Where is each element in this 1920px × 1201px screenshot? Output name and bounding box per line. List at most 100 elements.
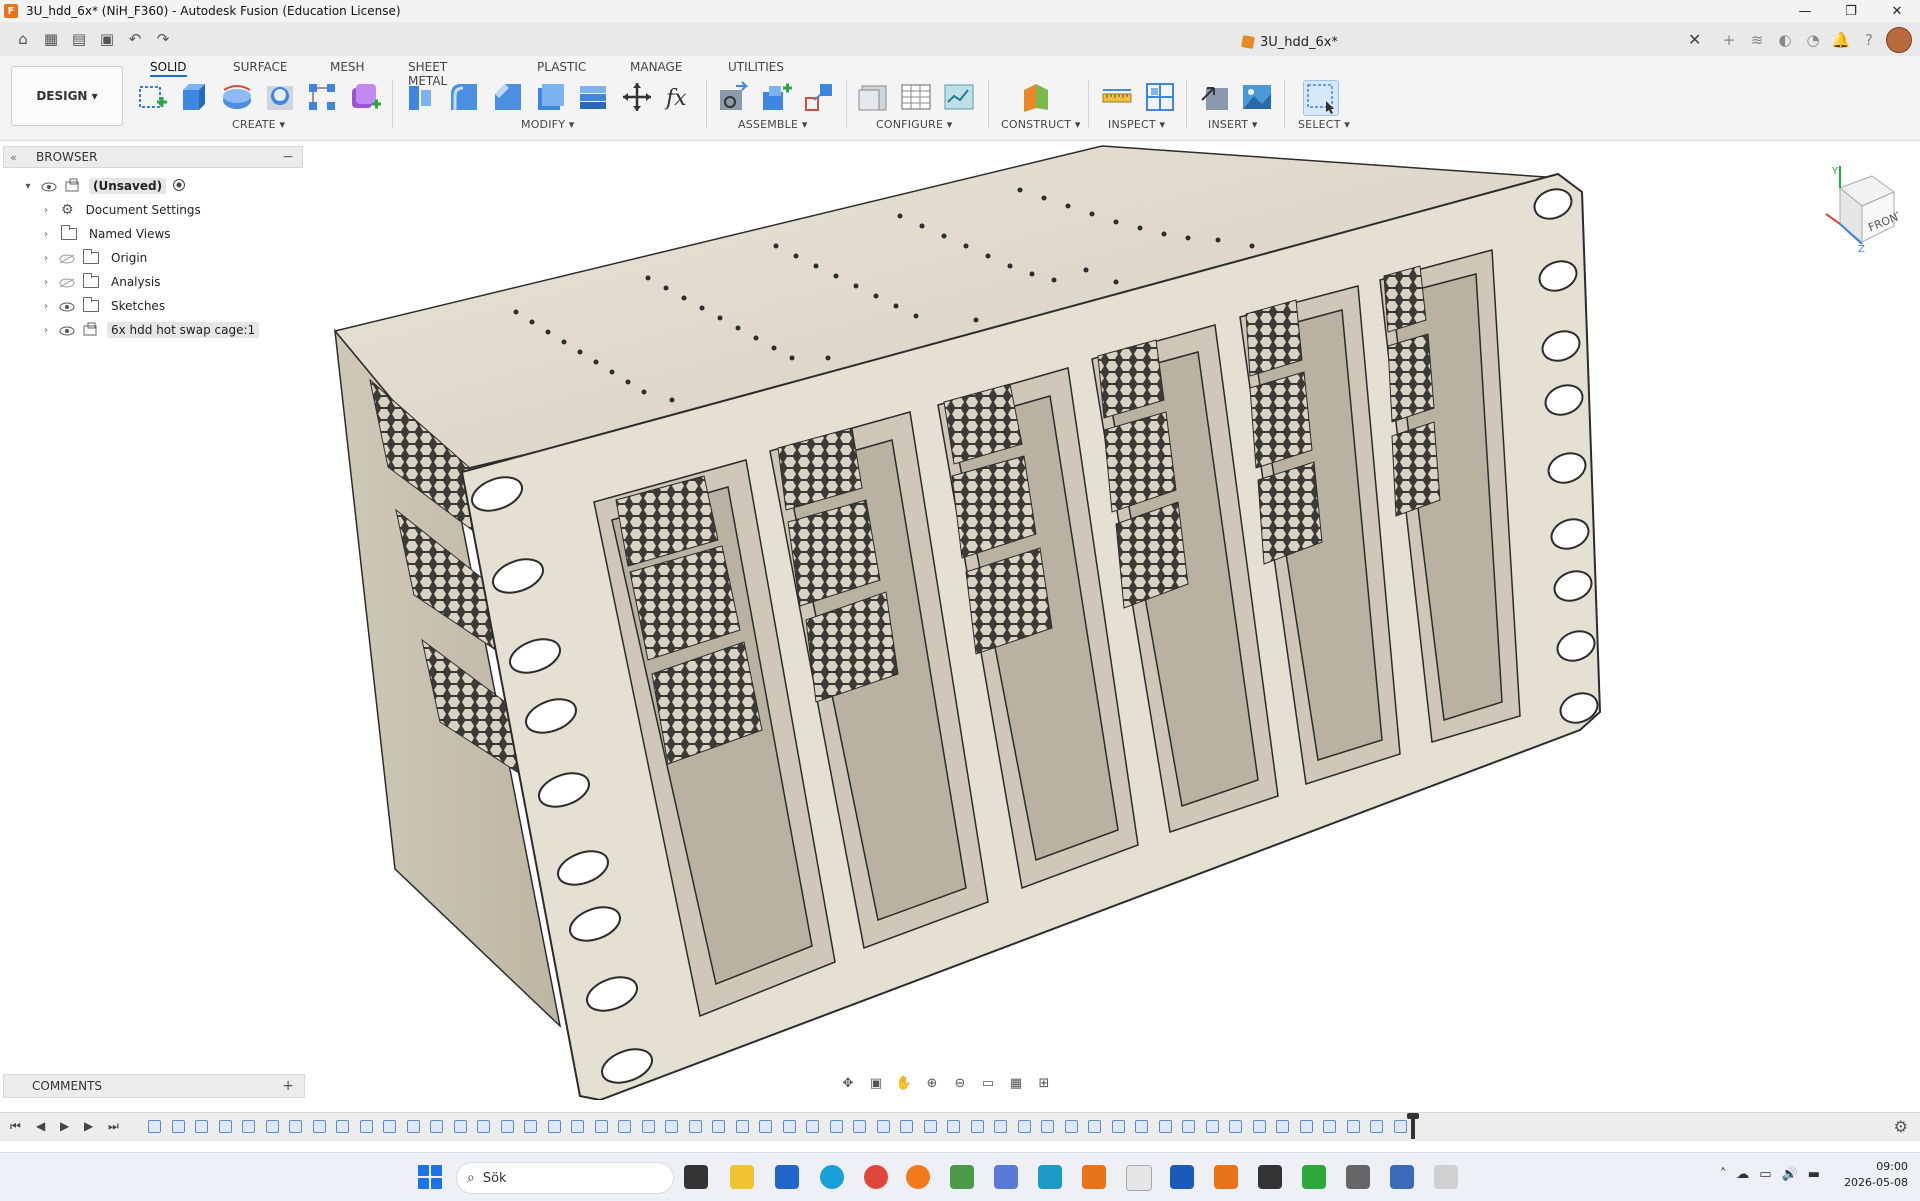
chevron-down-icon[interactable]: ▾ [21,181,35,192]
go-to-end-icon[interactable]: ⏭ [108,1119,119,1134]
construct-group-label[interactable]: CONSTRUCT ▾ [1001,118,1081,131]
hidden-eye-icon[interactable] [59,277,75,288]
tree-item-named-views[interactable]: › Named Views [3,222,303,246]
timeline-feature-icon[interactable] [312,1120,326,1133]
timeline-feature-icon[interactable] [1064,1120,1078,1133]
timeline-feature-icon[interactable] [1182,1120,1195,1133]
clock[interactable]: 09:00 2026-05-08 [1844,1159,1908,1191]
timeline-marker[interactable] [1407,1113,1419,1139]
fillet-icon[interactable] [447,80,481,114]
timeline-feature-icon[interactable] [1393,1120,1407,1133]
data-panel-icon[interactable]: ≋ [1746,29,1768,51]
new-component-icon[interactable] [716,80,750,114]
timeline-feature-icon[interactable] [195,1120,208,1133]
timeline-feature-icon[interactable] [806,1120,819,1133]
timeline-feature-icon[interactable] [524,1120,537,1133]
minimize-panel-icon[interactable]: − [282,149,294,165]
step-forward-icon[interactable]: ▶ [84,1119,93,1133]
timeline-feature-icon[interactable] [265,1120,279,1133]
inspect-group-label[interactable]: INSPECT ▾ [1108,118,1165,131]
save-icon[interactable]: ▣ [96,28,118,50]
timeline-feature-icon[interactable] [618,1120,631,1133]
onedrive-icon[interactable]: ☁ [1736,1167,1749,1182]
orbit-icon[interactable]: ✥ [838,1074,858,1092]
timeline-feature-icon[interactable] [171,1120,185,1133]
timeline-feature-icon[interactable] [571,1120,584,1133]
joint-icon[interactable] [759,80,793,114]
shell-icon[interactable] [534,80,568,114]
apps-grid-icon[interactable]: ▦ [40,28,62,50]
activate-radio-icon[interactable] [172,178,186,195]
tab-surface[interactable]: SURFACE [233,60,288,74]
add-comment-button[interactable]: + [282,1078,294,1094]
chevron-up-icon[interactable]: ˄ [1720,1167,1727,1182]
combine-icon[interactable] [576,80,610,114]
tab-manage[interactable]: MANAGE [630,60,682,74]
configuration-table-icon[interactable] [899,80,933,114]
timeline-feature-icon[interactable] [1229,1120,1242,1133]
timeline-feature-icon[interactable] [430,1120,443,1133]
user-avatar[interactable] [1886,27,1912,53]
create-sketch-icon[interactable] [135,80,169,114]
timeline-feature-icon[interactable] [876,1120,890,1133]
timeline-feature-icon[interactable] [923,1120,937,1133]
look-at-icon[interactable]: ▣ [866,1074,886,1092]
chevron-right-icon[interactable]: › [39,205,53,216]
fusion-taskbar-icon[interactable] [1214,1165,1238,1189]
maximize-button[interactable]: ❐ [1828,0,1874,22]
select-group-label[interactable]: SELECT ▾ [1298,118,1350,131]
timeline-feature-icon[interactable] [477,1120,490,1133]
timeline-feature-icon[interactable] [1041,1120,1054,1133]
select-icon[interactable] [1303,80,1339,116]
battery-icon[interactable]: ▬ [1808,1167,1820,1182]
home-icon[interactable]: ⌂ [12,28,34,50]
timeline-feature-icon[interactable] [994,1120,1007,1133]
vlc-icon[interactable] [1082,1165,1106,1189]
timeline-feature-icon[interactable] [1088,1120,1101,1133]
undo-icon[interactable]: ↶ [124,28,146,50]
notifications-icon[interactable]: 🔔 [1830,29,1852,51]
visibility-eye-icon[interactable] [59,301,75,312]
section-analysis-icon[interactable] [1143,80,1177,114]
app-a-icon[interactable] [1302,1165,1326,1189]
timeline-feature-icon[interactable] [1276,1120,1289,1133]
configure-design-icon[interactable] [856,80,890,114]
trello-icon[interactable] [1170,1165,1194,1189]
hole-icon[interactable] [263,80,297,114]
timeline-feature-icon[interactable] [594,1120,608,1133]
timeline-feature-icon[interactable] [383,1120,396,1133]
hidden-eye-icon[interactable] [59,253,75,264]
tab-utilities[interactable]: UTILITIES [728,60,784,74]
timeline-feature-icon[interactable] [289,1120,302,1133]
step-back-icon[interactable]: ◀ [36,1119,45,1133]
go-to-start-icon[interactable]: ⏮ [10,1119,21,1134]
timeline-feature-icon[interactable] [1205,1120,1219,1133]
press-pull-icon[interactable] [403,80,437,114]
app-hex-icon[interactable] [994,1165,1018,1189]
pattern-icon[interactable] [305,80,339,114]
volume-icon[interactable]: 🔊 [1782,1167,1798,1182]
tree-item-component[interactable]: › 6x hdd hot swap cage:1 [3,318,303,342]
timeline-feature-icon[interactable] [1299,1120,1313,1133]
chevron-right-icon[interactable]: › [39,253,53,264]
timeline-feature-icon[interactable] [900,1120,913,1133]
timeline-feature-icon[interactable] [1252,1120,1266,1133]
close-tab-button[interactable]: ✕ [1688,30,1701,49]
timeline-feature-icon[interactable] [406,1120,420,1133]
firefox-icon[interactable] [906,1165,930,1189]
configure-group-label[interactable]: CONFIGURE ▾ [876,118,953,131]
timeline-feature-icon[interactable] [1323,1120,1336,1133]
file-explorer-icon[interactable] [730,1165,754,1189]
timeline-feature-icon[interactable] [665,1120,678,1133]
measure-icon[interactable] [1100,80,1134,114]
chevron-right-icon[interactable]: › [39,277,53,288]
visibility-eye-icon[interactable] [41,181,57,192]
timeline-feature-icon[interactable] [1111,1120,1125,1133]
as-built-joint-icon[interactable] [802,80,836,114]
chrome-icon[interactable] [864,1165,888,1189]
fit-icon[interactable]: ⊖ [950,1074,970,1092]
timeline-feature-icon[interactable] [547,1120,561,1133]
insert-group-label[interactable]: INSERT ▾ [1208,118,1258,131]
network-icon[interactable]: ▭ [1759,1167,1771,1182]
help-icon[interactable]: ? [1858,29,1880,51]
